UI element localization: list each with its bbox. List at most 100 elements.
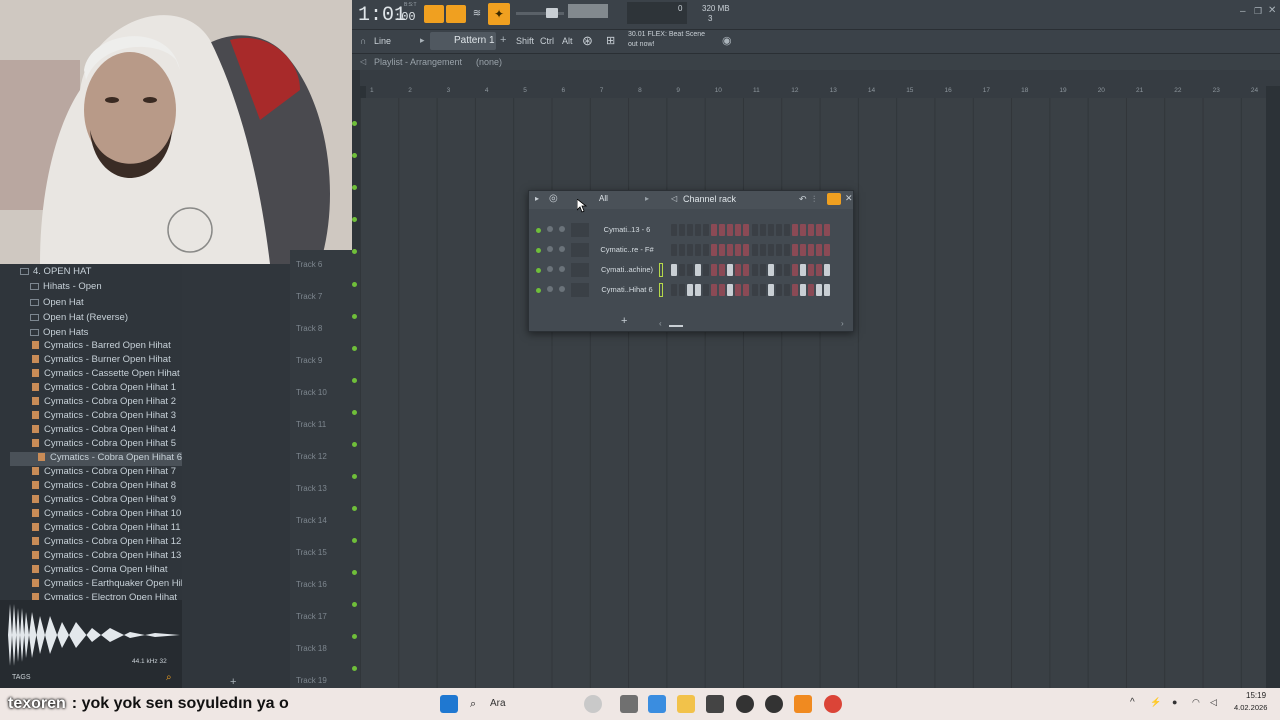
browser-file[interactable]: Cymatics - Earthquaker Open Hihat: [0, 578, 182, 592]
master-volume-knob[interactable]: [546, 8, 558, 18]
track-mute-led[interactable]: [352, 249, 357, 254]
step-button[interactable]: [735, 264, 742, 276]
step-button[interactable]: [775, 244, 782, 256]
step-button[interactable]: [759, 284, 766, 296]
add-track-icon[interactable]: +: [230, 676, 236, 688]
step-button[interactable]: [751, 284, 758, 296]
wifi-icon[interactable]: ◠: [1192, 697, 1200, 708]
obs-icon[interactable]: [736, 695, 754, 713]
step-button[interactable]: [703, 224, 710, 236]
track-mute-led[interactable]: [352, 121, 357, 126]
track-mute-led[interactable]: [352, 570, 357, 575]
pattern-selector[interactable]: Pattern 1: [430, 32, 496, 50]
step-button[interactable]: [759, 264, 766, 276]
scroll-right-icon[interactable]: ›: [841, 319, 844, 328]
step-button[interactable]: [719, 244, 726, 256]
playlist-pattern-selector[interactable]: (none): [476, 57, 502, 67]
browser-folder[interactable]: Open Hat: [0, 297, 182, 311]
step-button[interactable]: [791, 284, 798, 296]
step-button[interactable]: [719, 264, 726, 276]
channel-pan-knob[interactable]: [547, 266, 553, 272]
step-button[interactable]: [799, 244, 806, 256]
step-button[interactable]: [775, 224, 782, 236]
rack-scrollbar[interactable]: [669, 325, 683, 327]
channel-volume-knob[interactable]: [559, 226, 565, 232]
playlist-menu-icon[interactable]: ◁: [360, 57, 366, 66]
track-name[interactable]: Track 19: [296, 676, 327, 685]
step-button[interactable]: [703, 264, 710, 276]
browser-file[interactable]: Cymatics - Cassette Open Hihat: [0, 368, 182, 382]
browser-folder[interactable]: Hihats - Open: [0, 281, 182, 295]
step-button[interactable]: [743, 224, 750, 236]
step-button[interactable]: [823, 244, 830, 256]
channel-mute-led[interactable]: [536, 288, 541, 293]
step-button[interactable]: [815, 284, 822, 296]
network-icon[interactable]: ⚡: [1150, 697, 1161, 708]
step-button[interactable]: [719, 284, 726, 296]
track-mute-led[interactable]: [352, 185, 357, 190]
taskbar-search[interactable]: Ara: [490, 698, 506, 709]
mixer-track-selector[interactable]: [571, 223, 589, 237]
step-button[interactable]: [823, 224, 830, 236]
channel-volume-knob[interactable]: [559, 266, 565, 272]
minimize-icon[interactable]: –: [1240, 6, 1246, 17]
channel-pan-knob[interactable]: [547, 286, 553, 292]
step-button[interactable]: [711, 224, 718, 236]
step-button[interactable]: [687, 284, 694, 296]
step-button[interactable]: [823, 264, 830, 276]
step-button[interactable]: [735, 284, 742, 296]
add-pattern-icon[interactable]: +: [500, 34, 506, 46]
browser-file[interactable]: Cymatics - Cobra Open Hihat 10: [0, 508, 182, 522]
step-button[interactable]: [671, 244, 677, 256]
track-mute-led[interactable]: [352, 410, 357, 415]
step-button[interactable]: [695, 244, 702, 256]
browser-file[interactable]: Cymatics - Cobra Open Hihat 5: [0, 438, 182, 452]
track-name[interactable]: Track 8: [296, 324, 322, 333]
magnet-icon[interactable]: ∩: [360, 36, 366, 46]
channel-pan-knob[interactable]: [547, 246, 553, 252]
browser-file[interactable]: Cymatics - Cobra Open Hihat 6: [10, 452, 182, 466]
track-name[interactable]: Track 14: [296, 516, 327, 525]
track-name[interactable]: Track 9: [296, 356, 322, 365]
step-button[interactable]: [815, 264, 822, 276]
volume-icon[interactable]: ◁: [1210, 697, 1217, 708]
step-button[interactable]: [791, 264, 798, 276]
step-button[interactable]: [711, 264, 718, 276]
step-button[interactable]: [799, 264, 806, 276]
play-pattern-icon[interactable]: ▸: [420, 35, 425, 46]
step-button[interactable]: [807, 264, 814, 276]
close-icon[interactable]: ✕: [1268, 5, 1276, 16]
news-line2[interactable]: out now!: [628, 41, 654, 48]
browser-file[interactable]: Cymatics - Cobra Open Hihat 4: [0, 424, 182, 438]
step-button[interactable]: [759, 244, 766, 256]
tags-label[interactable]: TAGS: [12, 674, 31, 681]
browser-file[interactable]: Cymatics - Coma Open Hihat: [0, 564, 182, 578]
step-button[interactable]: [783, 224, 790, 236]
alt-button[interactable]: Alt: [562, 36, 573, 46]
track-mute-led[interactable]: [352, 474, 357, 479]
step-button[interactable]: [719, 224, 726, 236]
step-button[interactable]: [767, 224, 774, 236]
step-button[interactable]: [815, 244, 822, 256]
news-line1[interactable]: 30.01 FLEX: Beat Scene: [628, 31, 705, 38]
track-name[interactable]: Track 15: [296, 548, 327, 557]
store-icon[interactable]: [706, 695, 724, 713]
channel-mute-led[interactable]: [536, 248, 541, 253]
browser-file[interactable]: Cymatics - Cobra Open Hihat 3: [0, 410, 182, 424]
step-sequencer-icon[interactable]: [827, 193, 841, 205]
channel-volume-knob[interactable]: [559, 286, 565, 292]
channel-name-button[interactable]: Cymati..achine): [599, 264, 655, 276]
tempo-button[interactable]: [446, 5, 466, 23]
browser-folder[interactable]: Open Hat (Reverse): [0, 312, 182, 326]
track-name[interactable]: Track 17: [296, 612, 327, 621]
restore-icon[interactable]: ❐: [1254, 6, 1262, 17]
clock-date[interactable]: 4.02.2026: [1234, 703, 1267, 712]
step-button[interactable]: [751, 264, 758, 276]
browser-file[interactable]: Cymatics - Cobra Open Hihat 7: [0, 466, 182, 480]
track-mute-led[interactable]: [352, 538, 357, 543]
track-name[interactable]: Track 11: [296, 420, 326, 429]
chrome-icon[interactable]: [824, 695, 842, 713]
step-button[interactable]: [679, 264, 686, 276]
playlist-grid[interactable]: [360, 98, 1266, 688]
ctrl-button[interactable]: Ctrl: [540, 36, 554, 46]
